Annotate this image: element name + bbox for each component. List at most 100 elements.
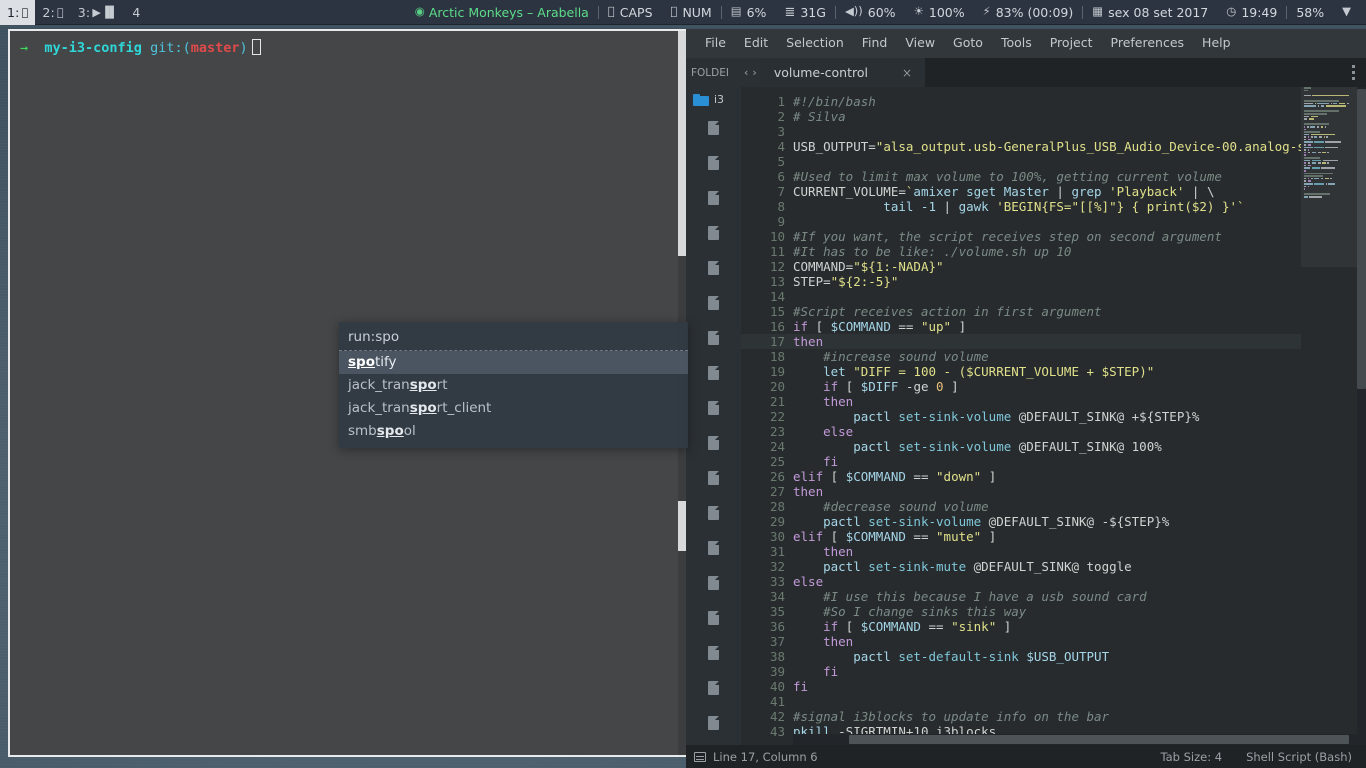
menu-item-find[interactable]: Find xyxy=(853,33,897,54)
nav-back-icon[interactable]: ‹ xyxy=(744,66,748,79)
status-brightness[interactable]: ☀ 100% xyxy=(905,5,974,20)
syntax-label[interactable]: Shell Script (Bash) xyxy=(1246,750,1352,764)
sidebar-file-item[interactable] xyxy=(686,215,741,250)
code-line[interactable] xyxy=(793,694,1366,709)
code-line[interactable]: #decrease sound volume xyxy=(793,499,1366,514)
sidebar-file-item[interactable] xyxy=(686,250,741,285)
code-line[interactable]: pactl set-sink-volume @DEFAULT_SINK@ -${… xyxy=(793,514,1366,529)
workspace-button-4[interactable]: 4 xyxy=(125,0,147,25)
status-time[interactable]: ◷ 19:49 xyxy=(1217,5,1286,20)
minimap[interactable] xyxy=(1301,87,1357,745)
menu-item-help[interactable]: Help xyxy=(1193,33,1240,54)
sidebar-file-item[interactable] xyxy=(686,530,741,565)
close-icon[interactable]: × xyxy=(902,66,912,80)
run-option[interactable]: jack_transport_client xyxy=(339,397,688,420)
nav-forward-icon[interactable]: › xyxy=(752,66,756,79)
menu-item-project[interactable]: Project xyxy=(1041,33,1102,54)
menu-item-selection[interactable]: Selection xyxy=(777,33,853,54)
code-editor[interactable]: 1 2 3 4 5 6 7 8 9 10 11 12 13 14 15 16 17 18 19 20 21 22 23 24 2… xyxy=(741,87,1366,745)
sidebar-file-item[interactable] xyxy=(686,180,741,215)
code-line[interactable] xyxy=(793,214,1366,229)
vertical-scrollbar-thumb[interactable] xyxy=(1357,89,1366,389)
menu-item-preferences[interactable]: Preferences xyxy=(1102,33,1194,54)
sidebar-file-item[interactable] xyxy=(686,705,741,740)
run-option[interactable]: smbspool xyxy=(339,420,688,443)
workspace-button-1[interactable]: 1: xyxy=(0,0,36,25)
code-line[interactable]: tail -1 | gawk 'BEGIN{FS="[[%]"} { print… xyxy=(793,199,1366,214)
code-line[interactable]: fi xyxy=(793,454,1366,469)
sidebar-folder-i3[interactable]: i3 xyxy=(686,92,741,110)
workspace-button-2[interactable]: 2: xyxy=(35,0,70,25)
code-line[interactable]: pactl set-sink-volume @DEFAULT_SINK@ 100… xyxy=(793,439,1366,454)
tab-size-label[interactable]: Tab Size: 4 xyxy=(1161,750,1223,764)
code-line[interactable]: #It has to be like: ./volume.sh up 10 xyxy=(793,244,1366,259)
code-line[interactable]: #Used to limit max volume to 100%, getti… xyxy=(793,169,1366,184)
code-line[interactable] xyxy=(793,154,1366,169)
menu-item-view[interactable]: View xyxy=(896,33,944,54)
code-line[interactable]: fi xyxy=(793,679,1366,694)
menu-item-edit[interactable]: Edit xyxy=(735,33,777,54)
code-line[interactable]: #!/bin/bash xyxy=(793,94,1366,109)
code-line[interactable]: #signal i3blocks to update info on the b… xyxy=(793,709,1366,724)
sidebar-toggle-icon[interactable] xyxy=(694,751,706,762)
status-music[interactable]: ◉ Arctic Monkeys – Arabella xyxy=(406,5,598,20)
sidebar-file-item[interactable] xyxy=(686,320,741,355)
sidebar-file-item[interactable] xyxy=(686,565,741,600)
code-line[interactable] xyxy=(793,289,1366,304)
code-line[interactable]: pactl set-default-sink $USB_OUTPUT xyxy=(793,649,1366,664)
status-cpu[interactable]: 58% xyxy=(1287,5,1333,20)
sidebar-file-item[interactable] xyxy=(686,495,741,530)
sidebar-file-item[interactable] xyxy=(686,390,741,425)
terminal-scrollbar-thumb[interactable] xyxy=(678,501,686,551)
sublime-text-window[interactable]: File Edit Selection Find View Goto Tools Projec… xyxy=(686,29,1366,768)
sidebar-file-item[interactable] xyxy=(686,425,741,460)
code-line[interactable]: else xyxy=(793,424,1366,439)
terminal-scrollbar-thumb[interactable] xyxy=(678,31,686,256)
run-option[interactable]: spotify xyxy=(339,351,688,374)
system-tray-toggle[interactable]: ▼ xyxy=(1333,6,1360,18)
code-line[interactable]: #increase sound volume xyxy=(793,349,1366,364)
status-memory[interactable]: ▤ 6% xyxy=(722,5,776,20)
code-line[interactable]: pactl set-sink-mute @DEFAULT_SINK@ toggl… xyxy=(793,559,1366,574)
run-option[interactable]: jack_transport xyxy=(339,374,688,397)
menu-item-file[interactable]: File xyxy=(696,33,735,54)
code-line[interactable]: #Script receives action in first argumen… xyxy=(793,304,1366,319)
horizontal-scrollbar-thumb[interactable] xyxy=(849,735,1349,744)
status-volume[interactable]: ◀)) 60% xyxy=(836,5,905,20)
sidebar-file-item[interactable] xyxy=(686,460,741,495)
workspace-button-3[interactable]: 3: ▶▐▌ xyxy=(71,0,126,25)
code-line[interactable]: #So I change sinks this way xyxy=(793,604,1366,619)
code-line[interactable]: #If you want, the script receives step o… xyxy=(793,229,1366,244)
code-line[interactable]: if [ $DIFF -ge 0 ] xyxy=(793,379,1366,394)
code-line[interactable]: then xyxy=(793,634,1366,649)
code-line[interactable]: STEP="${2:-5}" xyxy=(793,274,1366,289)
sidebar-file-item[interactable] xyxy=(686,355,741,390)
status-battery[interactable]: ⚡ 83% (00:09) xyxy=(974,5,1083,20)
code-line[interactable]: elif [ $COMMAND == "mute" ] xyxy=(793,529,1366,544)
menu-item-goto[interactable]: Goto xyxy=(944,33,992,54)
sidebar-file-item[interactable] xyxy=(686,110,741,145)
run-launcher-query[interactable]: run:spo xyxy=(339,326,688,349)
code-line[interactable]: #I use this because I have a usb sound c… xyxy=(793,589,1366,604)
sidebar-file-item[interactable] xyxy=(686,635,741,670)
code-line[interactable]: USB_OUTPUT="alsa_output.usb-GeneralPlus_… xyxy=(793,139,1366,154)
code-line[interactable]: COMMAND="${1:-NADA}" xyxy=(793,259,1366,274)
code-line[interactable]: else xyxy=(793,574,1366,589)
minimap-viewport[interactable] xyxy=(1301,87,1357,267)
status-date[interactable]: ▦ sex 08 set 2017 xyxy=(1083,5,1217,20)
code-line[interactable]: then xyxy=(793,484,1366,499)
horizontal-scrollbar[interactable] xyxy=(793,734,1357,745)
kebab-menu-icon[interactable] xyxy=(1340,58,1366,87)
code-line[interactable]: CURRENT_VOLUME=`amixer sget Master | gre… xyxy=(793,184,1366,199)
code-line[interactable] xyxy=(793,124,1366,139)
code-line[interactable]: pactl set-sink-volume @DEFAULT_SINK@ +${… xyxy=(793,409,1366,424)
code-line[interactable]: then xyxy=(793,394,1366,409)
code-line[interactable]: # Silva xyxy=(793,109,1366,124)
code-line[interactable]: let "DIFF = 100 - ($CURRENT_VOLUME + $ST… xyxy=(793,364,1366,379)
sidebar-file-item[interactable] xyxy=(686,145,741,180)
code-content[interactable]: #!/bin/bash # Silva USB_OUTPUT="alsa_outp… xyxy=(793,87,1366,745)
sidebar-file-item[interactable] xyxy=(686,600,741,635)
sidebar-file-item[interactable] xyxy=(686,670,741,705)
code-line[interactable]: fi xyxy=(793,664,1366,679)
status-disk[interactable]: ≣ 31G xyxy=(775,5,835,20)
